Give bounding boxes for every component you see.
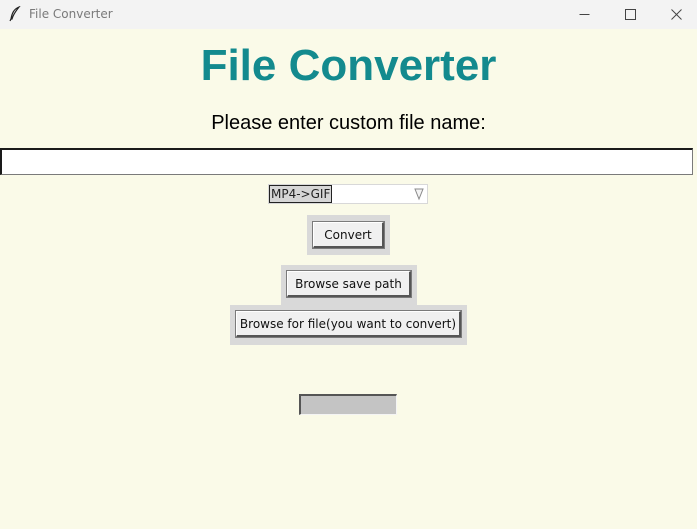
file-name-prompt: Please enter custom file name: <box>211 112 486 134</box>
main-content: File Converter Please enter custom file … <box>0 29 697 529</box>
app-window: File Converter File Converter Please ent… <box>0 0 697 529</box>
chevron-down-icon[interactable] <box>413 187 425 201</box>
file-name-input[interactable] <box>0 148 693 175</box>
maximize-button[interactable] <box>607 0 653 29</box>
conversion-type-value: MP4->GIF <box>269 185 333 203</box>
conversion-type-select[interactable]: MP4->GIF <box>268 184 428 204</box>
page-title: File Converter <box>200 41 497 90</box>
window-title: File Converter <box>29 7 113 21</box>
browse-save-path-button[interactable]: Browse save path <box>286 270 412 298</box>
maximize-icon <box>624 9 636 20</box>
minimize-button[interactable] <box>561 0 607 29</box>
browse-file-button[interactable]: Browse for file(you want to convert) <box>235 310 462 338</box>
conversion-progress-bar <box>299 394 397 415</box>
close-button[interactable] <box>653 0 697 29</box>
close-icon <box>670 9 682 20</box>
minimize-icon <box>579 14 589 15</box>
title-bar[interactable]: File Converter <box>0 0 697 29</box>
convert-button[interactable]: Convert <box>312 221 385 249</box>
feather-icon <box>9 6 21 22</box>
